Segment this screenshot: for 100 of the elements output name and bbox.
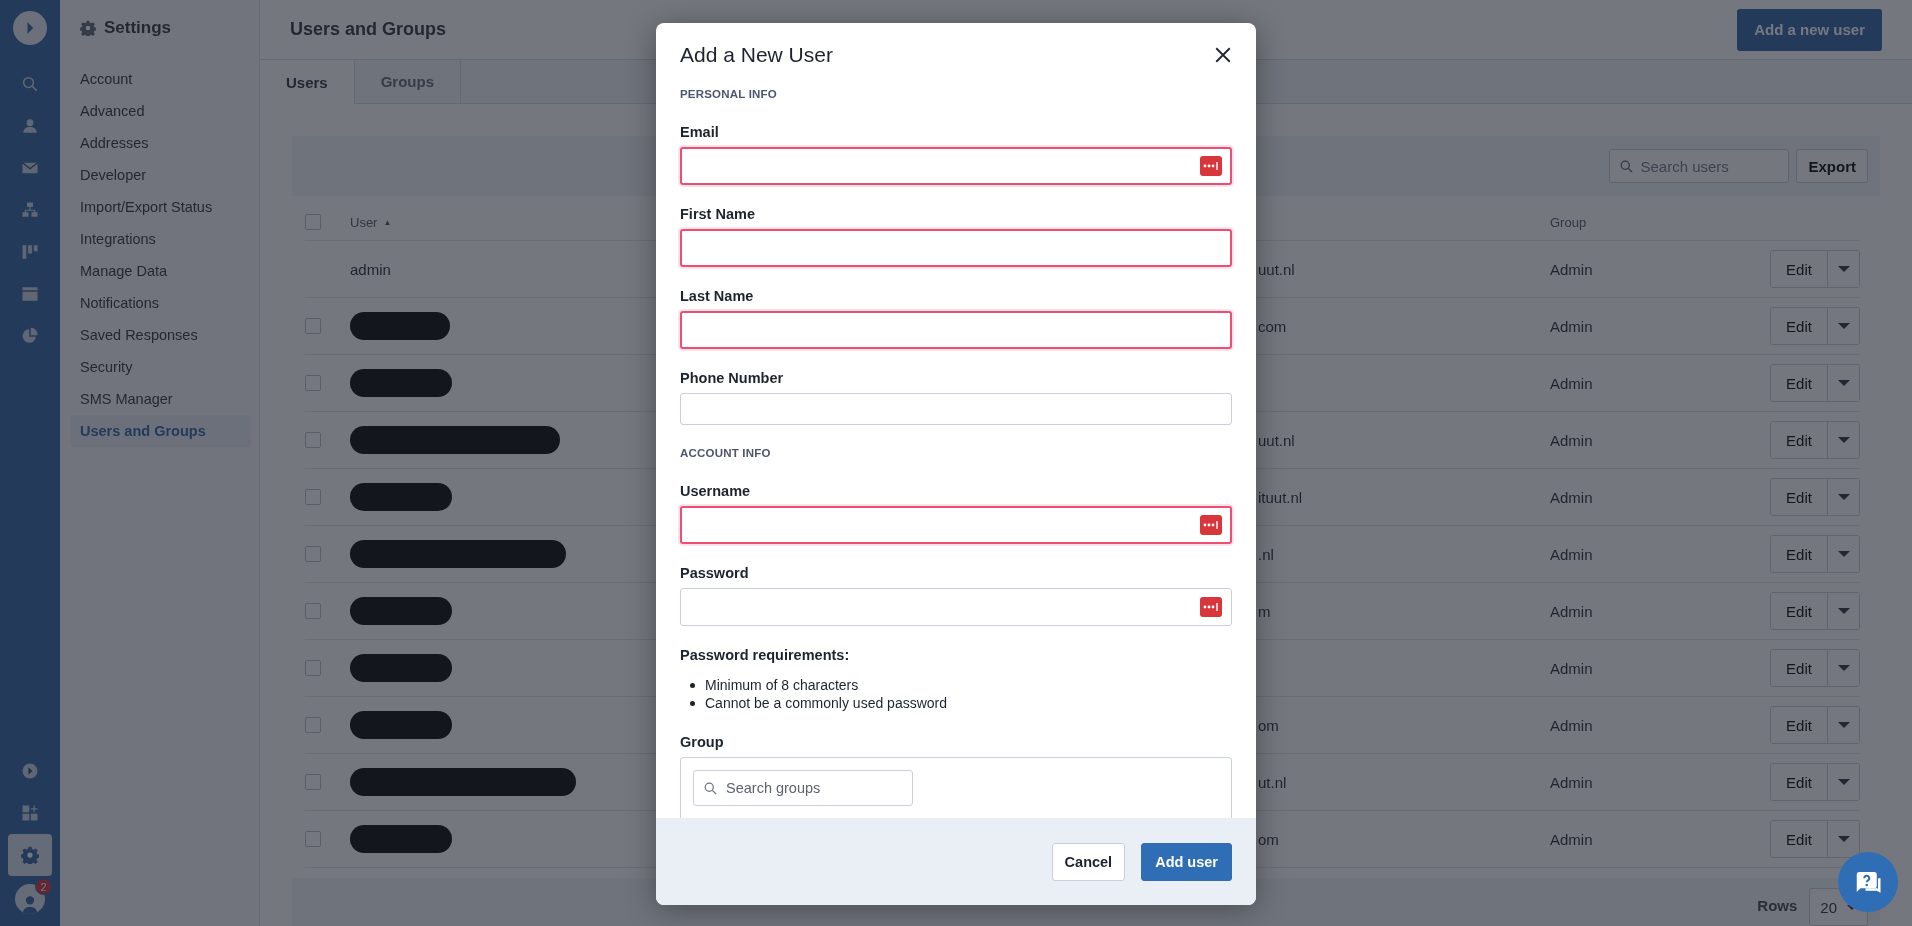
table-cell: uut.nl [1258,431,1295,449]
table-cell-text: Admin [1550,716,1594,734]
settings-icon [21,846,39,864]
bullet-icon [690,700,695,706]
dropdown-button[interactable] [1827,308,1859,344]
caret-icon [1837,722,1850,728]
column-header: Group [1550,214,1588,230]
dropdown-button[interactable] [1827,593,1859,629]
checkbox[interactable] [305,660,321,676]
checkbox[interactable] [305,774,321,790]
sidebar-item[interactable]: Addresses [70,127,251,159]
checkbox[interactable] [305,603,321,619]
password-manager-icon[interactable] [1200,156,1222,176]
field-label: Email [680,124,720,141]
settings-icon [80,20,96,36]
requirement-text: Cannot be a commonly used password [705,694,948,712]
checkbox[interactable] [305,432,321,448]
caret-icon [1837,665,1850,671]
search-icon [21,75,39,93]
table-cell-text: Admin [1550,773,1594,791]
sidebar-item[interactable]: SMS Manager [70,383,251,415]
caret-icon [1837,608,1850,614]
table-cell-text: Admin [1550,260,1594,278]
board-icon [21,243,39,261]
dropdown-button[interactable] [1827,821,1859,857]
close-button[interactable] [1214,46,1232,64]
dropdown-button[interactable] [1827,536,1859,572]
sidebar-item[interactable]: Notifications [70,287,251,319]
section-heading: PERSONAL INFO [680,87,778,101]
caret-icon [1837,266,1850,272]
caret-icon [1837,494,1850,500]
checkbox[interactable] [305,489,321,505]
table-cell-text: Admin [1550,602,1594,620]
dropdown-button[interactable] [1827,764,1859,800]
tab[interactable]: Groups [354,60,462,103]
table-cell: om [1258,716,1279,734]
dropdown-button[interactable] [1827,365,1859,401]
tab[interactable]: Users [260,60,355,104]
input-field[interactable] [680,506,1232,544]
sidebar-item[interactable]: Users and Groups [70,415,251,447]
add-user-button[interactable]: Add user [1141,842,1232,881]
dropdown-button[interactable] [1827,707,1859,743]
checkbox[interactable] [305,375,321,391]
search-icon [1619,159,1635,174]
table-cell-text: Admin [1550,488,1594,506]
section-heading: ACCOUNT INFO [680,446,772,460]
column-header[interactable]: User [350,214,378,230]
sort-indicator: ▲ [383,217,392,227]
checkbox[interactable] [305,831,321,847]
search-field[interactable]: Search users [1609,149,1790,183]
sidebar-item[interactable]: Saved Responses [70,319,251,351]
field-label: Group [680,734,725,751]
table-cell: admin [350,260,391,278]
table-cell-text: Admin [1550,545,1594,563]
input-field[interactable] [680,311,1232,349]
dropdown-button[interactable] [1827,479,1859,515]
field-label: Last Name [680,288,755,305]
sidebar-item[interactable]: Integrations [70,223,251,255]
sidebar-item[interactable]: Advanced [70,95,251,127]
field-label: Password [680,565,750,582]
table-cell-text: Admin [1550,374,1594,392]
nav-button[interactable] [8,834,52,876]
app-logo[interactable] [13,11,47,45]
sidebar-item[interactable]: Security [70,351,251,383]
table-cell: m [1258,602,1271,620]
sidebar-item[interactable]: Import/Export Status [70,191,251,223]
dropdown-button[interactable] [1827,650,1859,686]
sidebar-item[interactable]: Developer [70,159,251,191]
dropdown-button[interactable] [1827,422,1859,458]
input-field[interactable] [680,147,1232,185]
checkbox[interactable] [305,318,321,334]
export-button[interactable]: Export [1796,149,1868,183]
apps-add-icon [21,804,39,822]
sidebar-item[interactable]: Manage Data [70,255,251,287]
checkbox[interactable] [305,214,321,230]
add-user-button[interactable]: Add a new user [1737,8,1882,51]
dropdown-button[interactable] [1827,251,1859,287]
search-field[interactable]: Search groups [693,770,913,806]
play-circle-icon [21,762,39,780]
password-manager-icon[interactable] [1200,597,1222,617]
input-field[interactable] [680,229,1232,267]
checkbox[interactable] [305,546,321,562]
sidebar-item[interactable]: Account [70,63,251,95]
table-cell-text: Admin [1550,317,1594,335]
checkbox[interactable] [305,717,321,733]
caret-icon [1837,323,1850,329]
browser-window-icon [21,285,39,303]
cancel-button[interactable]: Cancel [1051,842,1126,881]
bullet-icon [690,682,695,688]
table-cell-text: Admin [1550,431,1594,449]
avatar[interactable] [15,884,45,914]
input-field[interactable] [680,393,1232,425]
field-label: Phone Number [680,370,785,387]
dialog-title: Add a New User [680,43,833,67]
password-manager-icon[interactable] [1200,515,1222,535]
search-icon [703,781,718,796]
input-field[interactable] [680,588,1232,626]
caret-icon [1837,551,1850,557]
table-cell: .nl [1258,545,1274,563]
table-cell: om [1258,830,1279,848]
